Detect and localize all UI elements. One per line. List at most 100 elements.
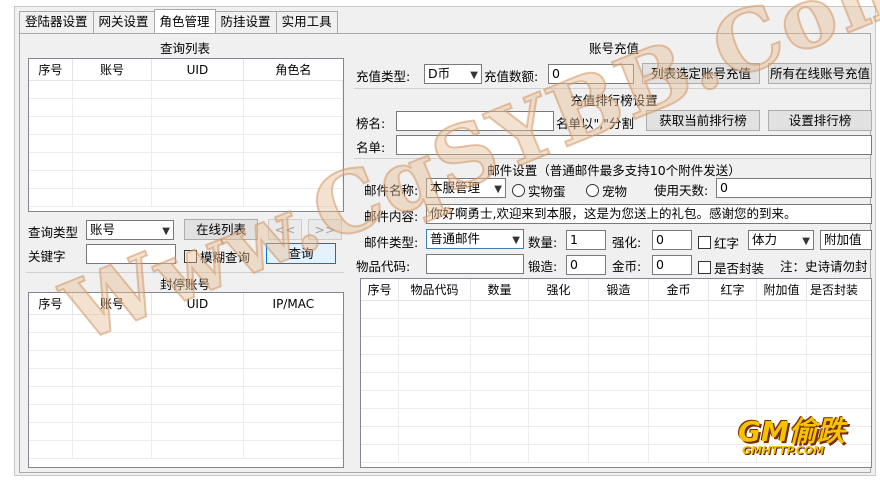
- banned-table-header: 序号 账号 UID IP/MAC: [29, 293, 343, 315]
- column-header[interactable]: 物品代码: [399, 279, 471, 300]
- mail-content-input[interactable]: 你好啊勇士,欢迎来到本服，这是为您送上的礼包。感谢您的到来。: [426, 204, 872, 224]
- mail-name-value: 本服管理: [430, 180, 481, 195]
- column-header[interactable]: 金币: [649, 279, 709, 300]
- add-value-select[interactable]: 附加值: [820, 230, 872, 250]
- gold-input[interactable]: 0: [652, 255, 692, 275]
- set-ranking-button[interactable]: 设置排行榜: [768, 110, 872, 131]
- column-header[interactable]: 是否封装: [807, 279, 871, 300]
- radio-circle[interactable]: [586, 184, 599, 197]
- column-header[interactable]: 锻造: [589, 279, 649, 300]
- recharge-amount-label: 充值数额:: [484, 69, 539, 84]
- table-row: [29, 153, 343, 171]
- forge-input[interactable]: 0: [566, 255, 606, 275]
- query-list-header: 序号 账号 UID 角色名: [29, 59, 343, 81]
- online-list-button[interactable]: 在线列表: [184, 219, 258, 240]
- column-header[interactable]: 红字: [709, 279, 757, 300]
- column-header[interactable]: 强化: [529, 279, 589, 300]
- radio-circle[interactable]: [512, 184, 525, 197]
- column-header[interactable]: UID: [152, 293, 244, 314]
- item-code-input[interactable]: [426, 254, 524, 274]
- recharge-amount-input[interactable]: 0: [548, 64, 634, 84]
- query-list-table[interactable]: 序号 账号 UID 角色名: [28, 58, 344, 212]
- mail-name-select[interactable]: 本服管理 ▼: [426, 178, 506, 198]
- table-row: [29, 351, 343, 369]
- ranking-names-label: 名单:: [356, 140, 386, 155]
- column-header[interactable]: 附加值: [757, 279, 807, 300]
- table-row: [29, 117, 343, 135]
- table-row: [361, 355, 871, 373]
- recharge-selected-button[interactable]: 列表选定账号充值: [642, 63, 760, 84]
- column-header[interactable]: 序号: [29, 59, 73, 80]
- chevron-down-icon: ▼: [494, 184, 502, 195]
- get-ranking-button[interactable]: 获取当前排行榜: [646, 110, 760, 131]
- red-text-label: 红字: [714, 236, 740, 251]
- mail-type-value: 普通邮件: [430, 231, 481, 246]
- ranking-name-input[interactable]: [396, 111, 554, 131]
- query-type-select[interactable]: 账号 ▼: [86, 220, 174, 240]
- sealed-label: 是否封装: [714, 261, 765, 276]
- divider: [354, 158, 872, 159]
- tab-bar: 登陆器设置 网关设置 角色管理 防挂设置 实用工具: [19, 9, 338, 33]
- fuzzy-query-checkbox[interactable]: 模糊查询: [184, 247, 250, 266]
- red-text-checkbox[interactable]: 红字: [698, 233, 739, 252]
- sealed-checkbox[interactable]: 是否封装: [698, 258, 764, 277]
- table-row: [29, 441, 343, 459]
- table-row: [361, 409, 871, 427]
- tab-anti-cheat-settings[interactable]: 防挂设置: [214, 11, 277, 33]
- table-row: [361, 301, 871, 319]
- column-header[interactable]: 序号: [361, 279, 399, 300]
- attachment-table[interactable]: 序号 物品代码 数量 强化 锻造 金币 红字 附加值 是否封装: [360, 278, 872, 468]
- gold-label: 金币:: [612, 259, 642, 274]
- epic-note: 注：史诗请勿封: [780, 259, 868, 274]
- virtual-item-label: 宠物: [602, 184, 628, 199]
- app-window: 登陆器设置 网关设置 角色管理 防挂设置 实用工具 查询列表 序号 账号 UID…: [14, 6, 876, 476]
- query-button[interactable]: 查询: [266, 243, 336, 264]
- column-header[interactable]: 角色名: [244, 59, 343, 80]
- checkbox-box[interactable]: [184, 250, 197, 263]
- table-row: [361, 319, 871, 337]
- tab-gateway-settings[interactable]: 网关设置: [92, 11, 155, 33]
- keyword-input[interactable]: [86, 244, 176, 264]
- table-row: [361, 337, 871, 355]
- column-header[interactable]: 序号: [29, 293, 73, 314]
- virtual-item-radio[interactable]: 宠物: [586, 181, 627, 200]
- enhance-input[interactable]: 0: [652, 230, 692, 250]
- table-row: [29, 387, 343, 405]
- table-row: [361, 427, 871, 445]
- quantity-input[interactable]: 1: [566, 230, 606, 250]
- banned-table[interactable]: 序号 账号 UID IP/MAC: [28, 292, 344, 468]
- attribute-select[interactable]: 体力 ▼: [748, 230, 814, 250]
- ranking-names-input[interactable]: [396, 135, 872, 155]
- table-row: [29, 369, 343, 387]
- chevron-down-icon: ▼: [802, 236, 810, 247]
- tab-role-management[interactable]: 角色管理: [153, 9, 216, 33]
- forge-label: 锻造:: [528, 259, 558, 274]
- tab-utilities[interactable]: 实用工具: [275, 11, 338, 33]
- column-header[interactable]: UID: [152, 59, 244, 80]
- column-header[interactable]: 数量: [471, 279, 529, 300]
- checkbox-box[interactable]: [698, 261, 711, 274]
- checkbox-box[interactable]: [698, 236, 711, 249]
- table-row: [29, 99, 343, 117]
- prev-page-button[interactable]: <<: [268, 219, 302, 240]
- recharge-type-label: 充值类型:: [356, 69, 411, 84]
- table-row: [29, 315, 343, 333]
- recharge-all-online-button[interactable]: 所有在线账号充值: [768, 63, 872, 84]
- column-header[interactable]: 账号: [73, 293, 153, 314]
- tab-launcher-settings[interactable]: 登陆器设置: [19, 11, 94, 33]
- real-item-radio[interactable]: 实物蛋: [512, 181, 566, 200]
- mail-type-select[interactable]: 普通邮件 ▼: [426, 229, 524, 249]
- recharge-type-select[interactable]: D币 ▼: [424, 64, 482, 84]
- mail-type-label: 邮件类型:: [364, 235, 419, 250]
- column-header[interactable]: 账号: [73, 59, 153, 80]
- add-value-value: 附加值: [824, 232, 862, 247]
- query-type-label: 查询类型: [28, 225, 79, 240]
- chevron-down-icon: ▼: [512, 235, 520, 246]
- table-row: [29, 81, 343, 99]
- next-page-button[interactable]: >>: [308, 219, 342, 240]
- column-header[interactable]: IP/MAC: [244, 293, 343, 314]
- mail-content-label: 邮件内容:: [364, 209, 419, 224]
- use-days-input[interactable]: 0: [716, 178, 872, 198]
- query-list-title: 查询列表: [159, 41, 210, 56]
- item-code-label: 物品代码:: [356, 259, 411, 274]
